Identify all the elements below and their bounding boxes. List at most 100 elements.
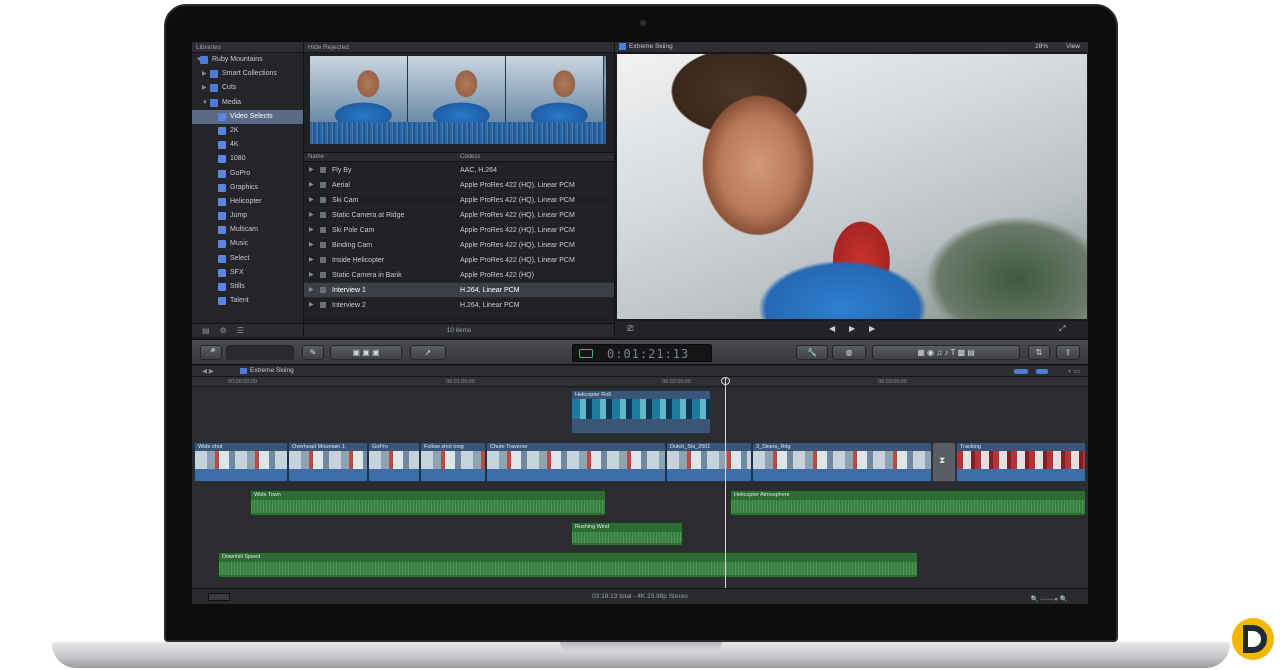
connected-video-clip[interactable]: Helicopter Roll: [571, 390, 711, 434]
audio-clip[interactable]: Rushing Wind: [571, 522, 683, 546]
viewer-options-icon[interactable]: ⎚: [627, 324, 633, 334]
sidebar-item-select[interactable]: Select: [192, 252, 303, 266]
sidebar-item-gopro[interactable]: GoPro: [192, 167, 303, 181]
dashboard-timecode[interactable]: 0:01:21:13: [572, 344, 712, 362]
viewer-zoom-menu[interactable]: 28%: [1035, 43, 1048, 50]
browser-filter-menu[interactable]: Hide Rejected: [304, 42, 614, 53]
sidebar-item-smart-collections[interactable]: ▶ Smart Collections: [192, 67, 303, 81]
clip-codecs: Apple ProRes 422 (HQ), Linear PCM: [460, 197, 575, 204]
sidebar-item-stills[interactable]: Stills: [192, 280, 303, 294]
filmstrip-thumbnail[interactable]: [506, 56, 604, 122]
sidebar-item-multicam[interactable]: Multicam: [192, 223, 303, 237]
viewer-video-frame[interactable]: [617, 54, 1087, 319]
primary-video-clip[interactable]: GoPro: [368, 442, 420, 482]
disclosure-triangle-icon[interactable]: ▶: [309, 268, 314, 283]
primary-video-clip[interactable]: Chute Traverse: [486, 442, 666, 482]
audio-clip[interactable]: Helicopter Atmosphere: [730, 490, 1086, 516]
sidebar-item-cuts[interactable]: ▶ Cuts: [192, 81, 303, 95]
timeline-ruler[interactable]: 00:00:00:00 00:01:00:00 00:02:00:00 00:0…: [192, 377, 1088, 387]
disclosure-triangle-icon[interactable]: ▶: [309, 163, 314, 178]
clip-icon: [320, 302, 326, 308]
primary-video-clip[interactable]: Overhead Mountain 1: [288, 442, 368, 482]
primary-video-clip[interactable]: Tracking: [956, 442, 1086, 482]
disclosure-triangle-icon[interactable]: ▼: [202, 96, 208, 110]
sidebar-item-sfx[interactable]: SFX: [192, 266, 303, 280]
filmstrip-thumbnail[interactable]: [310, 56, 408, 122]
disclosure-triangle-icon[interactable]: ▶: [309, 208, 314, 223]
timeline-project-title[interactable]: Extreme Skiing: [250, 367, 294, 374]
audio-clip[interactable]: Downhill Speed: [218, 552, 918, 578]
clip-name: Interview 1: [332, 287, 366, 294]
filmstrip-thumbnail[interactable]: [408, 56, 506, 122]
primary-video-clip[interactable]: 3_Skiers_Rdg: [752, 442, 932, 482]
list-item[interactable]: ▶ Binding Cam Apple ProRes 422 (HQ), Linea…: [304, 238, 614, 253]
fullscreen-icon[interactable]: ⤢: [1059, 324, 1065, 334]
list-item[interactable]: ▶ Static Camera in Bank Apple ProRes 422 (…: [304, 268, 614, 283]
primary-video-clip[interactable]: Wide shot: [194, 442, 288, 482]
record-voiceover-button[interactable]: 🎤: [200, 345, 222, 360]
previous-frame-icon[interactable]: ◀: [829, 324, 835, 333]
select-tool-button[interactable]: ➚: [410, 345, 446, 360]
list-item-selected[interactable]: ▶ Interview 1 H.264, Linear PCM: [304, 283, 614, 298]
disclosure-triangle-icon[interactable]: ▶: [309, 253, 314, 268]
filmstrip[interactable]: [310, 56, 606, 144]
library-ruby-mountains[interactable]: ▼ Ruby Mountains: [192, 53, 303, 67]
edit-buttons-group[interactable]: ▣ ▣ ▣: [330, 345, 402, 360]
disclosure-triangle-icon[interactable]: ▶: [202, 67, 207, 81]
sidebar-item-media[interactable]: ▼ Media: [192, 96, 303, 110]
list-view-icon[interactable]: ☰: [237, 326, 244, 335]
disclosure-triangle-icon[interactable]: ▶: [202, 81, 207, 95]
sidebar-item-2k[interactable]: 2K: [192, 124, 303, 138]
inspector-button[interactable]: ⇅: [1028, 345, 1050, 360]
action-gear-icon[interactable]: ⚙: [220, 326, 227, 335]
playhead[interactable]: [725, 377, 726, 588]
column-name-header[interactable]: Name: [308, 154, 324, 160]
list-item[interactable]: ▶ Inside Helicopter Apple ProRes 422 (HQ),…: [304, 253, 614, 268]
sidebar-item-talent[interactable]: Talent: [192, 294, 303, 308]
primary-video-clip[interactable]: Follow shot long: [420, 442, 486, 482]
snapping-toggle-icon[interactable]: [1036, 369, 1048, 374]
play-icon[interactable]: ▶: [849, 324, 855, 333]
audio-clip[interactable]: Wide Town: [250, 490, 606, 516]
share-button[interactable]: ⇪: [1056, 345, 1080, 360]
disclosure-triangle-icon[interactable]: ▶: [309, 298, 314, 313]
next-frame-icon[interactable]: ▶: [869, 324, 875, 333]
sidebar-item-jump[interactable]: Jump: [192, 209, 303, 223]
clip-filmstrip: [487, 451, 665, 469]
disclosure-triangle-icon[interactable]: ▶: [309, 238, 314, 253]
sidebar-item-helicopter[interactable]: Helicopter: [192, 195, 303, 209]
sidebar-item-video-selects[interactable]: Video Selects: [192, 109, 303, 124]
timeline-back-forward-icon[interactable]: ◀ ▶: [202, 367, 214, 375]
list-item[interactable]: ▶ Ski Pole Cam Apple ProRes 422 (HQ), Line…: [304, 223, 614, 238]
list-item[interactable]: ▶ Interview 2 H.264, Linear PCM: [304, 298, 614, 313]
list-item[interactable]: ▶ Aerial Apple ProRes 422 (HQ), Linear PCM: [304, 178, 614, 193]
transition-clip[interactable]: ⧗: [932, 442, 956, 482]
disclosure-triangle-icon[interactable]: ▶: [309, 223, 314, 238]
keyword-field[interactable]: [226, 345, 294, 360]
viewer-view-menu[interactable]: View: [1066, 43, 1080, 50]
column-codecs-header[interactable]: Codecs: [460, 154, 480, 160]
media-browsers-group[interactable]: ▦ ◉ ♫ ♪ T ▩ ▤: [872, 345, 1020, 360]
sidebar-item-4k[interactable]: 4K: [192, 138, 303, 152]
timeline-appearance-icon[interactable]: ◐ ▭: [1068, 367, 1080, 375]
clip-filmstrip: [572, 399, 710, 419]
disclosure-triangle-icon[interactable]: ▶: [309, 178, 314, 193]
clip-skimming-button[interactable]: 🔧: [796, 345, 828, 360]
timeline-tracks[interactable]: Helicopter Roll Wide shot Overhead Mount…: [192, 388, 1088, 588]
clip-label: Chute Traverse: [490, 444, 528, 450]
timeline-index-button[interactable]: [208, 593, 230, 601]
enhance-button[interactable]: ✎: [302, 345, 324, 360]
zoom-slider[interactable]: 🔍 ───● 🔍: [1030, 592, 1068, 604]
disclosure-triangle-icon[interactable]: ▶: [309, 283, 314, 298]
sidebar-item-music[interactable]: Music: [192, 237, 303, 251]
sidebar-item-graphics[interactable]: Graphics: [192, 181, 303, 195]
list-item[interactable]: ▶ Fly By AAC, H.264: [304, 163, 614, 178]
list-item[interactable]: ▶ Ski Cam Apple ProRes 422 (HQ), Linear PC…: [304, 193, 614, 208]
list-item[interactable]: ▶ Static Camera at Ridge Apple ProRes 422 …: [304, 208, 614, 223]
sidebar-toggle-icon[interactable]: ▤: [202, 326, 210, 335]
skimmer-toggle-icon[interactable]: [1014, 369, 1028, 374]
primary-video-clip[interactable]: Dutch_Ski_2001: [666, 442, 752, 482]
disclosure-triangle-icon[interactable]: ▶: [309, 193, 314, 208]
audio-skimming-button[interactable]: ◍: [832, 345, 866, 360]
sidebar-item-1080[interactable]: 1080: [192, 152, 303, 166]
